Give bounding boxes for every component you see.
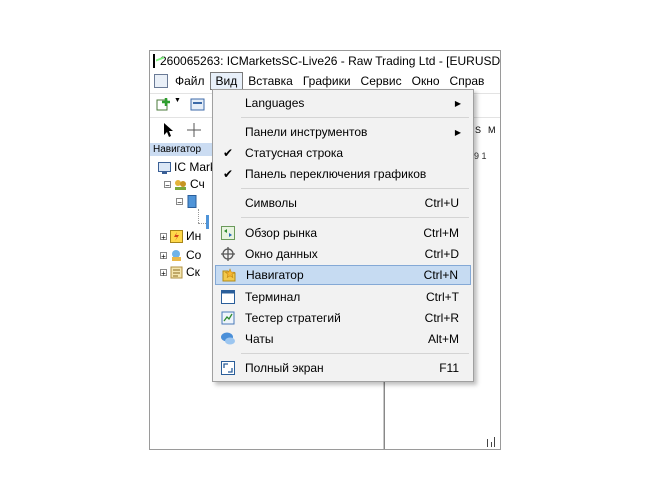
accounts-icon — [174, 178, 187, 191]
expand-icon[interactable]: + — [160, 268, 167, 277]
volume-bar — [494, 437, 495, 447]
menu-item-label: Чаты — [245, 332, 274, 346]
menu-separator — [241, 217, 469, 218]
menu-item-label: Терминал — [245, 290, 301, 304]
account-leaf-icon — [206, 215, 209, 229]
menu-bar: Файл Вид Вставка Графики Сервис Окно Спр… — [150, 71, 500, 91]
menu-item-shortcut: Ctrl+T — [426, 290, 459, 304]
menu-item-label: Статусная строка — [245, 146, 344, 160]
menu-item-shortcut: Ctrl+U — [424, 196, 459, 210]
collapse-icon[interactable]: − — [164, 180, 171, 189]
menu-item-shortcut: Alt+M — [427, 332, 459, 346]
menu-item-label: Символы — [245, 196, 297, 210]
expand-icon[interactable]: + — [160, 232, 167, 241]
account-icon — [186, 194, 199, 208]
tree-scripts[interactable]: + Ск — [160, 264, 200, 280]
menu-item-label: Обзор рынка — [245, 226, 318, 240]
menu-item-shortcut: Ctrl+M — [423, 226, 459, 240]
document-icon[interactable] — [154, 74, 168, 88]
expand-icon[interactable]: + — [160, 251, 167, 260]
app-logo-icon — [153, 54, 155, 68]
submenu-arrow-icon: ▶ — [454, 127, 461, 137]
tree-line — [198, 209, 200, 223]
menu-item-fullscreen[interactable]: Полный экран F11 — [215, 358, 471, 378]
menu-separator — [241, 117, 469, 118]
profiles-icon[interactable] — [190, 97, 206, 113]
menu-item-status-bar[interactable]: ✔ Статусная строка — [215, 143, 471, 163]
tree-account-item[interactable]: − — [176, 193, 202, 209]
collapse-icon[interactable]: − — [176, 197, 183, 206]
menu-tools[interactable]: Сервис — [356, 72, 407, 90]
menu-item-label: Навигатор — [246, 268, 304, 282]
tree-indicators[interactable]: + Ин — [160, 228, 201, 244]
volume-bar — [487, 439, 488, 447]
menu-item-label: Languages — [245, 96, 305, 110]
timeframe-s[interactable]: S — [475, 125, 481, 135]
menu-item-shortcut: Ctrl+N — [423, 268, 458, 282]
title-bar: 260065263: ICMarketsSC-Live26 - Raw Trad… — [150, 51, 500, 71]
menu-window[interactable]: Окно — [407, 72, 445, 90]
view-menu-dropdown: Languages ▶ Панели инструментов ▶ ✔ Стат… — [212, 89, 474, 382]
navigator-icon — [220, 266, 238, 284]
indicators-icon — [170, 229, 183, 243]
menu-item-chats[interactable]: Чаты Alt+M — [215, 329, 471, 349]
menu-item-chart-bar[interactable]: ✔ Панель переключения графиков — [215, 164, 471, 184]
terminal-root-icon — [158, 161, 171, 174]
cursor-icon[interactable] — [160, 122, 176, 138]
chat-icon — [219, 330, 237, 348]
market-watch-icon — [219, 224, 237, 242]
tree-line — [198, 223, 206, 225]
menu-item-symbols[interactable]: Символы Ctrl+U — [215, 193, 471, 213]
menu-item-shortcut: Ctrl+D — [424, 247, 459, 261]
menu-help[interactable]: Справ — [445, 72, 490, 90]
menu-item-navigator[interactable]: Навигатор Ctrl+N — [215, 265, 471, 285]
menu-item-shortcut: F11 — [439, 361, 459, 375]
tree-accounts-label: Сч — [190, 177, 205, 191]
new-chart-icon[interactable] — [156, 97, 172, 113]
timeframe-m[interactable]: M — [488, 125, 496, 135]
menu-item-shortcut: Ctrl+R — [424, 311, 459, 325]
menu-item-terminal[interactable]: Терминал Ctrl+T — [215, 287, 471, 307]
tree-accounts[interactable]: − Сч — [164, 176, 205, 192]
tree-advisors-label: Со — [186, 248, 202, 262]
menu-item-label: Панели инструментов — [245, 125, 368, 139]
menu-item-label: Полный экран — [245, 361, 324, 375]
tree-root-label: IC Mark — [174, 160, 216, 174]
menu-item-toolbars[interactable]: Панели инструментов ▶ — [215, 122, 471, 142]
menu-item-label: Панель переключения графиков — [245, 167, 427, 181]
menu-separator — [241, 353, 469, 354]
strategy-tester-icon — [219, 309, 237, 327]
scripts-icon — [170, 266, 183, 279]
submenu-arrow-icon: ▶ — [454, 98, 461, 108]
terminal-icon — [219, 288, 237, 306]
tree-root[interactable]: IC Mark — [158, 159, 216, 175]
menu-item-data-window[interactable]: Окно данных Ctrl+D — [215, 244, 471, 264]
menu-insert[interactable]: Вставка — [243, 72, 298, 90]
dropdown-arrow-icon[interactable]: ▼ — [174, 97, 190, 113]
menu-file[interactable]: Файл — [170, 72, 210, 90]
crosshair-icon[interactable] — [186, 122, 202, 138]
menu-item-languages[interactable]: Languages ▶ — [215, 93, 471, 113]
volume-bar — [491, 442, 492, 447]
checkmark-icon: ✔ — [222, 167, 234, 181]
tree-indicators-label: Ин — [186, 229, 202, 243]
checkmark-icon: ✔ — [222, 146, 234, 160]
tree-scripts-label: Ск — [186, 265, 200, 279]
data-window-icon — [219, 245, 237, 263]
advisors-icon — [170, 249, 183, 262]
menu-item-label: Окно данных — [245, 247, 318, 261]
menu-separator — [241, 188, 469, 189]
window-title: 260065263: ICMarketsSC-Live26 - Raw Trad… — [160, 54, 501, 68]
menu-view[interactable]: Вид — [209, 72, 244, 90]
menu-item-label: Тестер стратегий — [245, 311, 341, 325]
menu-charts[interactable]: Графики — [298, 72, 356, 90]
fullscreen-icon — [219, 359, 237, 377]
tree-advisors[interactable]: + Со — [160, 247, 201, 263]
menu-item-strategy-tester[interactable]: Тестер стратегий Ctrl+R — [215, 308, 471, 328]
menu-item-market-watch[interactable]: Обзор рынка Ctrl+M — [215, 223, 471, 243]
